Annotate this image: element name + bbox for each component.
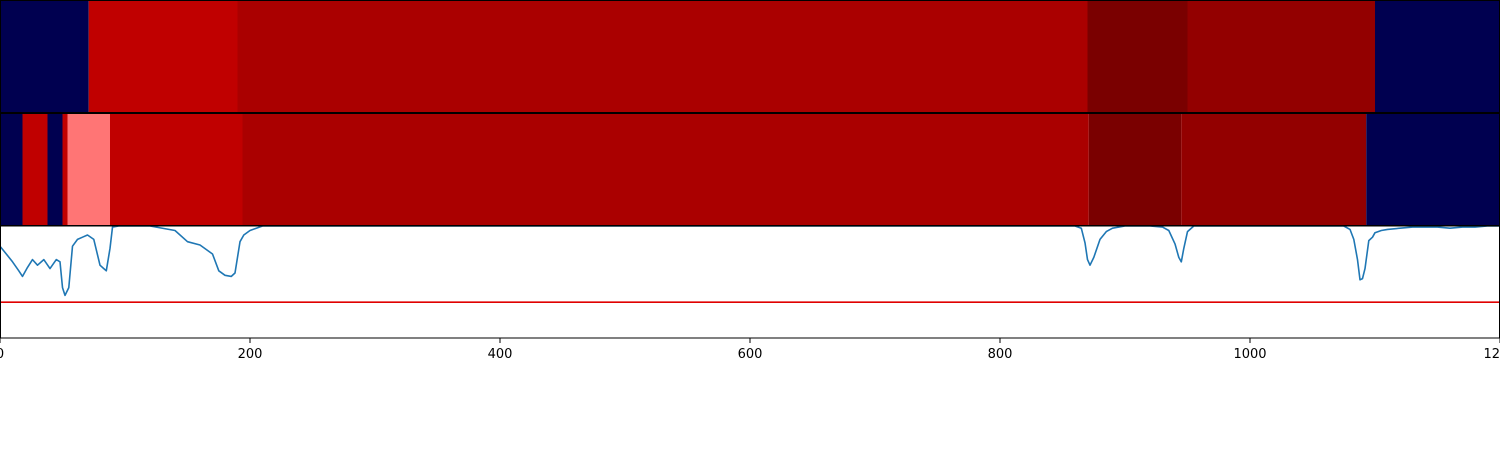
track-2-segment-4 — [62, 114, 68, 226]
track-2-segment-5 — [67, 114, 110, 226]
line-panel-background — [0, 226, 1500, 338]
track-1-segment-5 — [1187, 1, 1375, 112]
track-1-segment-6 — [1375, 1, 1500, 112]
track-1-segment-4 — [1087, 1, 1188, 112]
track-1-segment-1 — [0, 1, 89, 112]
heatmap-track-2 — [0, 114, 1500, 226]
track-2-segment-9 — [1181, 114, 1367, 226]
track-2-segment-1 — [0, 114, 23, 226]
track-2-segment-6 — [110, 114, 243, 226]
x-tick-label-800: 800 — [988, 347, 1013, 362]
x-tick-label-400: 400 — [488, 347, 513, 362]
line-panel — [0, 225, 1500, 338]
track-2-segment-8 — [1088, 114, 1182, 226]
track-2-segment-2 — [22, 114, 48, 226]
x-tick-label-1200: 1200 — [1483, 347, 1500, 362]
track-1-segment-3 — [237, 1, 1088, 112]
x-tick-label-0: 0 — [0, 347, 4, 362]
x-tick-label-200: 200 — [238, 347, 263, 362]
track-1-segment-2 — [88, 1, 238, 112]
track-2-segment-10 — [1366, 114, 1500, 226]
heatmap-track-1 — [0, 1, 1500, 112]
track-2-segment-7 — [242, 114, 1089, 226]
x-tick-label-1000: 1000 — [1233, 347, 1266, 362]
track-2-segment-3 — [47, 114, 63, 226]
chart-figure: 0 200 400 600 800 1000 1200 — [0, 0, 1500, 450]
x-tick-label-600: 600 — [738, 347, 763, 362]
